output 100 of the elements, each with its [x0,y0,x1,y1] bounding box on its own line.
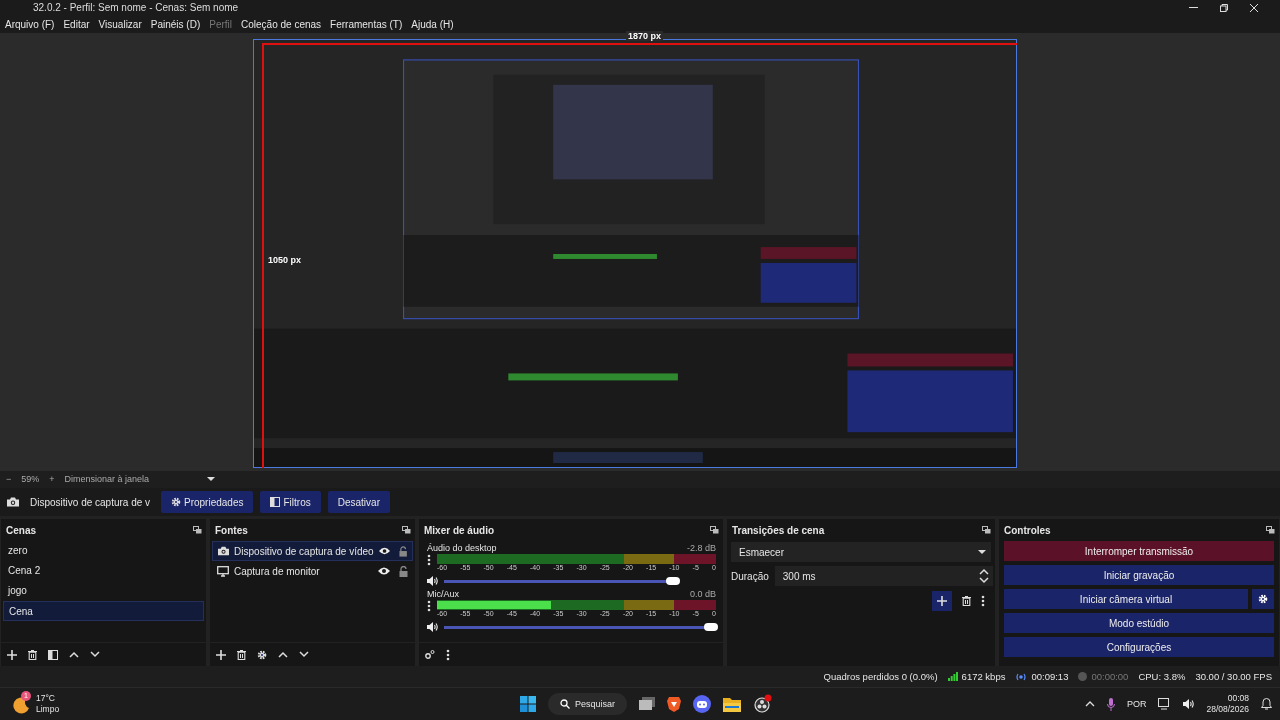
dock-title: Fontes [215,524,248,536]
undock-icon[interactable] [193,526,202,535]
close-icon[interactable] [1250,3,1258,12]
monitor-icon [217,565,229,577]
chevron-up-icon[interactable] [1084,701,1095,708]
undock-icon[interactable] [982,526,991,535]
undock-icon[interactable] [402,526,411,535]
dropdown-arrow-icon[interactable] [207,476,216,481]
folder-icon[interactable] [723,696,742,712]
menu-item[interactable]: Painéis (D) [150,18,201,30]
control-button[interactable]: Iniciar câmera virtual [1004,589,1248,610]
volume-reading: 0.0 dB [689,588,716,599]
source-item[interactable]: Dispositivo de captura de vídeo [212,541,413,562]
channel-name: Mic/Aux [427,588,459,599]
window-title: 32.0.2 - Perfil: Sem nome - Cenas: Sem nome [33,2,240,14]
add-icon[interactable] [937,596,947,607]
add-icon[interactable] [7,649,17,660]
duration-field[interactable]: 300 ms [774,566,993,587]
moon-icon [12,696,30,715]
notification-bell-icon[interactable] [1261,698,1272,711]
padlock-icon[interactable] [398,545,407,557]
clock-time: 00:08 [1227,693,1249,705]
settings-icon[interactable] [257,649,267,660]
menu-item[interactable]: Ferramentas (T) [330,18,403,30]
transition-dropdown[interactable]: Esmaecer [731,542,991,563]
temperature: 17°C [36,693,56,705]
more-icon[interactable] [446,648,450,661]
chevron-up-icon[interactable] [979,568,989,576]
filter-icon[interactable] [48,649,58,660]
language-indicator[interactable]: POR [1126,699,1147,710]
scene-item[interactable]: zero [3,541,204,562]
speaker-icon[interactable] [427,575,438,586]
menu-item[interactable]: Editar [63,18,90,30]
scene-item[interactable]: jogo [3,581,204,602]
game-controller-icon[interactable] [693,695,712,714]
start-icon[interactable] [520,696,536,713]
toolbar-button[interactable]: Filtros [260,491,321,514]
chevron-down-icon[interactable] [979,577,989,585]
filter-icon[interactable] [270,497,281,508]
microphone-icon[interactable] [1106,697,1115,711]
clock-date: 28/08/2026 [1206,704,1249,716]
scale-mode-dropdown[interactable]: Dimensionar à janela [64,473,150,484]
zoom-level: 59% [21,473,40,484]
source-name: Dispositivo de captura de v [30,496,150,508]
trash-icon[interactable] [237,649,246,660]
undock-icon[interactable] [1266,526,1275,535]
toolbar-button[interactable]: Propriedades [161,491,254,514]
zoom-in-button[interactable]: + [49,473,55,484]
menu-item[interactable]: Arquivo (F) [5,18,55,30]
width-label: 1870 px [626,30,664,41]
speaker-icon[interactable] [1183,699,1195,710]
dropdown-arrow-icon[interactable] [978,550,986,555]
settings-button[interactable] [1252,589,1274,610]
fps-reading: 30.00 / 30.00 FPS [1195,671,1272,683]
chevron-down-icon[interactable] [299,651,309,659]
trash-icon[interactable] [962,596,971,607]
chevron-up-icon[interactable] [69,651,79,659]
advanced-audio-icon[interactable] [425,650,435,660]
dock-title: Controles [1004,524,1051,536]
recording-app-icon[interactable] [753,694,774,715]
transition-value: Esmaecer [739,546,784,558]
camera-icon [7,497,19,508]
task-view-icon[interactable] [639,697,656,712]
cpu-usage: CPU: 3.8% [1138,671,1186,683]
speaker-icon[interactable] [427,621,438,632]
control-button[interactable]: Iniciar gravação [1004,565,1274,586]
chevron-up-icon[interactable] [278,651,288,659]
restore-icon[interactable] [1220,3,1228,12]
zoom-out-button[interactable]: − [6,473,12,484]
dock-title: Transições de cena [732,524,825,536]
chevron-down-icon[interactable] [90,651,100,659]
toolbar-button[interactable]: Desativar [327,491,390,514]
eye-icon[interactable] [378,547,390,556]
undock-icon[interactable] [710,526,719,535]
signal-icon [947,672,958,682]
record-time: 00:00:00 [1091,671,1129,683]
more-icon[interactable] [427,600,431,613]
volume-reading: -2.8 dB [686,542,716,553]
control-button[interactable]: Modo estúdio [1004,613,1274,634]
settings-icon[interactable] [171,497,181,508]
padlock-icon[interactable] [399,565,408,577]
menu-item[interactable]: Visualizar [98,18,142,30]
source-item[interactable]: Captura de monitor [212,561,413,582]
search-box[interactable]: Pesquisar [548,693,628,716]
broadcast-icon [1015,672,1028,681]
control-button[interactable]: Configurações [1004,637,1274,658]
eye-icon[interactable] [378,567,390,576]
more-icon[interactable] [427,554,431,567]
source-label: Captura de monitor [234,565,321,577]
more-icon[interactable] [981,595,985,608]
control-button[interactable]: Interromper transmissão [1004,541,1274,562]
minimize-icon[interactable] [1189,7,1198,9]
add-icon[interactable] [216,649,226,660]
trash-icon[interactable] [28,649,37,660]
channel-name: Áudio do desktop [427,542,497,553]
menu-item[interactable]: Ajuda (H) [411,18,454,30]
scene-item[interactable]: Cena [3,601,204,622]
menu-item[interactable]: Coleção de cenas [241,18,322,30]
scene-item[interactable]: Cena 2 [3,561,204,582]
bitrate: 6172 kbps [961,671,1006,683]
